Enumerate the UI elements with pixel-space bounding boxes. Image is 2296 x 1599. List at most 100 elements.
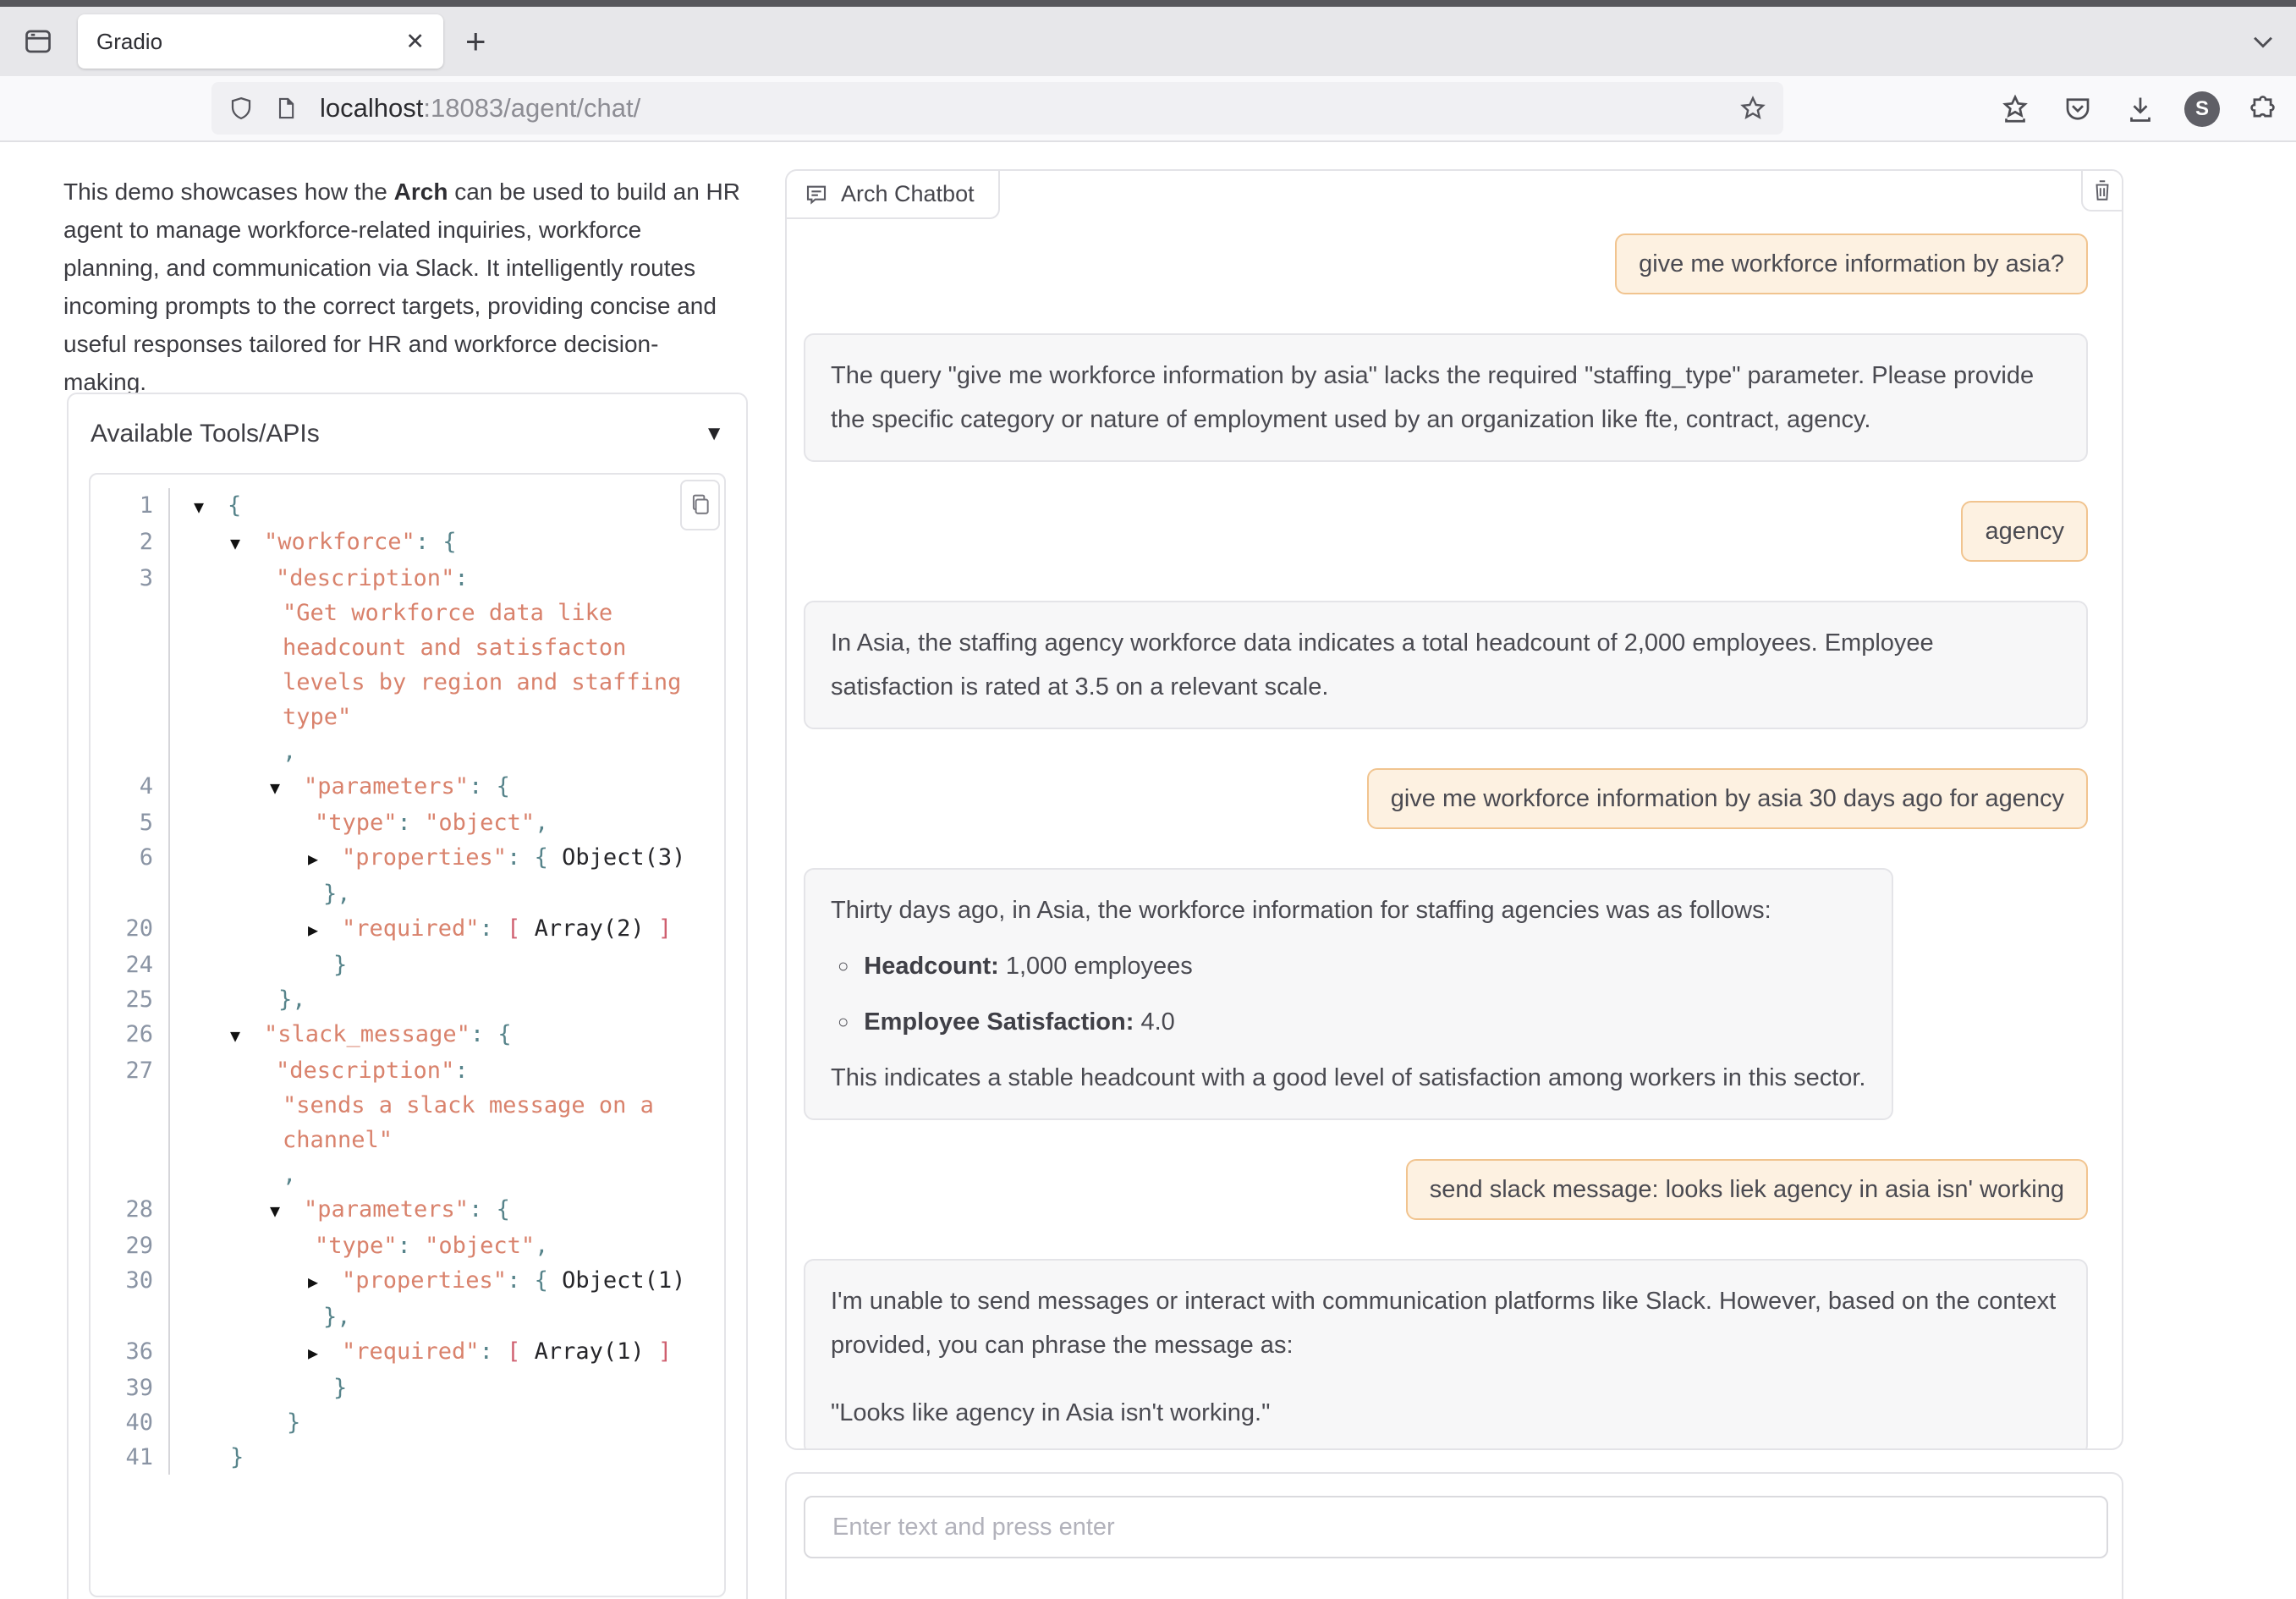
chat-messages: give me workforce information by asia? Th…	[787, 171, 2122, 1448]
tree-toggle-icon[interactable]: ▶	[308, 842, 342, 876]
code-row: 4▼"parameters": {	[91, 769, 724, 805]
code-row: levels by region and staffing	[91, 665, 724, 700]
code-row: "Get workforce data like	[91, 596, 724, 630]
chatbot-panel: give me workforce information by asia? Th…	[785, 169, 2123, 1450]
page-icon[interactable]	[274, 96, 298, 121]
tree-toggle-icon[interactable]: ▼	[270, 1194, 304, 1228]
chat-text-input[interactable]	[804, 1496, 2108, 1558]
code-row: channel"	[91, 1123, 724, 1157]
browser-tab-gradio[interactable]: Gradio ✕	[78, 14, 443, 69]
tree-toggle-icon[interactable]: ▼	[230, 1019, 264, 1053]
line-number	[91, 700, 153, 734]
code-row: 3"description":	[91, 561, 724, 596]
tree-toggle-icon[interactable]: ▼	[194, 490, 228, 525]
chatbot-label: Arch Chatbot	[787, 171, 1000, 219]
tab-close-icon[interactable]: ✕	[405, 29, 425, 55]
chat-message-user: give me workforce information by asia 30…	[1367, 768, 2088, 829]
url-bar[interactable]: localhost:18083/agent/chat/	[211, 82, 1783, 135]
copy-icon[interactable]	[680, 480, 720, 530]
line-number: 3	[91, 561, 153, 596]
tools-accordion: Available Tools/APIs ▼ 1▼{2▼"workforce":…	[67, 393, 748, 1599]
line-number	[91, 1157, 153, 1192]
code-row: 1▼{	[91, 488, 724, 525]
line-number: 30	[91, 1263, 153, 1300]
download-icon[interactable]	[2122, 91, 2159, 128]
accordion-collapse-icon[interactable]: ▼	[704, 422, 724, 446]
tools-accordion-title: Available Tools/APIs	[91, 420, 320, 448]
chat-message-bot: The query "give me workforce information…	[804, 333, 2088, 462]
url-path: :18083/agent/chat/	[423, 93, 640, 123]
tree-toggle-icon[interactable]: ▶	[308, 1336, 342, 1371]
tools-accordion-header[interactable]: Available Tools/APIs ▼	[69, 394, 746, 473]
code-row: 20▶"required": [ Array(2) ]	[91, 911, 724, 948]
new-tab-button[interactable]: +	[465, 24, 486, 59]
code-row: 28▼"parameters": {	[91, 1192, 724, 1228]
code-row: ,	[91, 734, 724, 769]
chat-message-bot: Thirty days ago, in Asia, the workforce …	[804, 868, 1893, 1120]
list-item: ○Employee Satisfaction: 4.0	[831, 1000, 1866, 1044]
line-number: 41	[91, 1440, 153, 1475]
code-row: 2▼"workforce": {	[91, 525, 724, 561]
line-number: 1	[91, 488, 153, 525]
code-row: 24}	[91, 948, 724, 982]
code-row: },	[91, 1300, 724, 1334]
chat-input-container	[785, 1472, 2123, 1599]
tree-toggle-icon[interactable]: ▶	[308, 913, 342, 948]
line-number: 4	[91, 769, 153, 805]
code-row: 36▶"required": [ Array(1) ]	[91, 1334, 724, 1371]
description-bold-arch: Arch	[394, 179, 448, 205]
tree-toggle-icon[interactable]: ▼	[230, 526, 264, 561]
toolbar-icons: S	[1997, 76, 2282, 142]
list-item: ○Headcount: 1,000 employees	[831, 944, 1866, 988]
bookmark-star-icon[interactable]	[1739, 95, 1766, 122]
chat-message-user: send slack message: looks liek agency in…	[1406, 1159, 2088, 1220]
line-number	[91, 630, 153, 665]
line-number: 29	[91, 1228, 153, 1263]
browser-toolbar: localhost:18083/agent/chat/	[0, 76, 2296, 142]
line-number	[91, 1123, 153, 1157]
line-number: 27	[91, 1053, 153, 1088]
line-number	[91, 734, 153, 769]
line-number	[91, 1300, 153, 1334]
save-bookmark-icon[interactable]	[1997, 91, 2034, 128]
code-row: headcount and satisfacton	[91, 630, 724, 665]
chat-message-user: agency	[1961, 501, 2088, 562]
firefox-view-icon[interactable]	[14, 17, 63, 66]
chatbot-label-text: Arch Chatbot	[841, 181, 975, 207]
url-host: localhost	[320, 93, 423, 123]
code-row: 27"description":	[91, 1053, 724, 1088]
code-row: 26▼"slack_message": {	[91, 1017, 724, 1053]
line-number: 2	[91, 525, 153, 561]
json-code: 1▼{2▼"workforce": {3"description":"Get w…	[91, 475, 724, 1596]
chat-message-user: give me workforce information by asia?	[1615, 234, 2088, 294]
code-row: 29"type": "object",	[91, 1228, 724, 1263]
shield-icon[interactable]	[228, 95, 254, 122]
line-number: 28	[91, 1192, 153, 1228]
code-row: type"	[91, 700, 724, 734]
code-row: },	[91, 876, 724, 911]
code-row: 41}	[91, 1440, 724, 1475]
pocket-icon[interactable]	[2059, 91, 2096, 128]
list-tabs-chevron-icon[interactable]	[2249, 27, 2277, 56]
extensions-puzzle-icon[interactable]	[2245, 91, 2282, 128]
line-number: 5	[91, 805, 153, 840]
line-number: 26	[91, 1017, 153, 1053]
tree-toggle-icon[interactable]: ▶	[308, 1265, 342, 1300]
line-number	[91, 1088, 153, 1123]
code-row: 40}	[91, 1405, 724, 1440]
tree-toggle-icon[interactable]: ▼	[270, 771, 304, 805]
line-number: 6	[91, 840, 153, 876]
window-top-edge	[0, 0, 2296, 7]
clear-chat-trash-icon[interactable]	[2081, 171, 2122, 212]
code-row: ,	[91, 1157, 724, 1192]
line-number: 25	[91, 982, 153, 1017]
line-number	[91, 876, 153, 911]
json-viewer: 1▼{2▼"workforce": {3"description":"Get w…	[89, 473, 726, 1597]
code-row: 30▶"properties": { Object(1)	[91, 1263, 724, 1300]
account-avatar[interactable]: S	[2184, 91, 2220, 127]
line-number: 40	[91, 1405, 153, 1440]
code-row: "sends a slack message on a	[91, 1088, 724, 1123]
browser-window: Gradio ✕ + localhost:18083/agent/chat/	[0, 0, 2296, 1599]
code-row: 25},	[91, 982, 724, 1017]
chat-message-bot: I'm unable to send messages or interact …	[804, 1259, 2088, 1450]
